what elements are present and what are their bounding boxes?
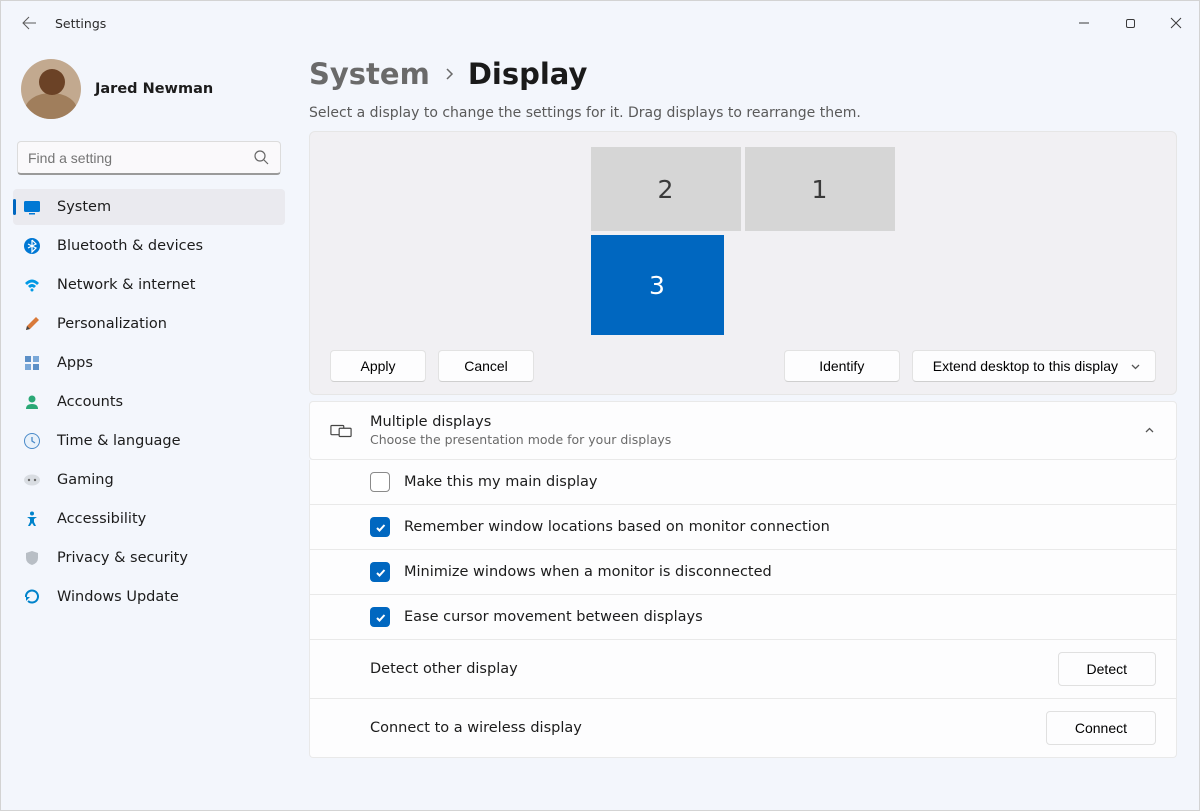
app-title: Settings [55,16,106,31]
breadcrumb-parent[interactable]: System [309,57,430,91]
nav-label: Accessibility [57,511,146,527]
accounts-icon [23,393,41,411]
nav-label: Windows Update [57,589,179,605]
nav-label: Apps [57,355,93,371]
opt-main-display[interactable]: Make this my main display [309,460,1177,505]
search-input[interactable] [17,141,281,175]
cancel-button[interactable]: Cancel [438,350,534,382]
search-icon [253,149,269,165]
row-connect: Connect to a wireless display Connect [309,699,1177,758]
display-arrangement-panel: 2 1 3 Apply Cancel Identify Extend deskt… [309,131,1177,395]
personalization-icon [23,315,41,333]
row-detect: Detect other display Detect [309,640,1177,699]
apply-button[interactable]: Apply [330,350,426,382]
network-icon [23,276,41,294]
identify-button[interactable]: Identify [784,350,900,382]
user-profile[interactable]: Jared Newman [13,55,285,137]
sidebar-item-accessibility[interactable]: Accessibility [13,501,285,537]
nav-label: Accounts [57,394,123,410]
checkbox-minimize[interactable] [370,562,390,582]
nav-label: Personalization [57,316,167,332]
sidebar-item-network[interactable]: Network & internet [13,267,285,303]
card-title: Multiple displays [370,414,1125,430]
user-name: Jared Newman [95,81,213,97]
chevron-up-icon [1143,424,1156,437]
nav-label: Network & internet [57,277,195,293]
sidebar-item-accounts[interactable]: Accounts [13,384,285,420]
accessibility-icon [23,510,41,528]
nav-label: Privacy & security [57,550,188,566]
sidebar-item-bluetooth[interactable]: Bluetooth & devices [13,228,285,264]
gaming-icon [23,471,41,489]
multiple-displays-header[interactable]: Multiple displays Choose the presentatio… [309,401,1177,460]
nav-label: Time & language [57,433,181,449]
chevron-down-icon [1130,361,1141,372]
opt-remember[interactable]: Remember window locations based on monit… [309,505,1177,550]
nav-label: Bluetooth & devices [57,238,203,254]
detect-button[interactable]: Detect [1058,652,1156,686]
opt-minimize[interactable]: Minimize windows when a monitor is disco… [309,550,1177,595]
extend-dropdown[interactable]: Extend desktop to this display [912,350,1156,382]
sidebar-item-gaming[interactable]: Gaming [13,462,285,498]
instruction-text: Select a display to change the settings … [309,105,1177,121]
nav-label: System [57,199,111,215]
maximize-button[interactable] [1107,7,1153,39]
update-icon [23,588,41,606]
bluetooth-icon [23,237,41,255]
back-button[interactable] [15,9,43,37]
chevron-right-icon [444,67,454,81]
sidebar-item-apps[interactable]: Apps [13,345,285,381]
checkbox-remember[interactable] [370,517,390,537]
sidebar-item-update[interactable]: Windows Update [13,579,285,615]
monitor-2[interactable]: 2 [591,147,741,231]
monitor-pair-icon [330,421,352,441]
breadcrumb: System Display [309,57,1177,91]
sidebar-item-privacy[interactable]: Privacy & security [13,540,285,576]
monitor-3[interactable]: 3 [591,235,724,335]
minimize-button[interactable] [1061,7,1107,39]
opt-cursor[interactable]: Ease cursor movement between displays [309,595,1177,640]
checkbox-cursor[interactable] [370,607,390,627]
avatar [21,59,81,119]
monitor-1[interactable]: 1 [745,147,895,231]
apps-icon [23,354,41,372]
sidebar-item-personalization[interactable]: Personalization [13,306,285,342]
display-canvas[interactable]: 2 1 3 [310,132,1176,350]
checkbox-main[interactable] [370,472,390,492]
system-icon [23,198,41,216]
time-icon [23,432,41,450]
sidebar-item-time[interactable]: Time & language [13,423,285,459]
connect-button[interactable]: Connect [1046,711,1156,745]
sidebar-item-system[interactable]: System [13,189,285,225]
card-subtitle: Choose the presentation mode for your di… [370,432,1125,447]
close-button[interactable] [1153,7,1199,39]
nav-label: Gaming [57,472,114,488]
privacy-icon [23,549,41,567]
breadcrumb-current: Display [468,57,588,91]
